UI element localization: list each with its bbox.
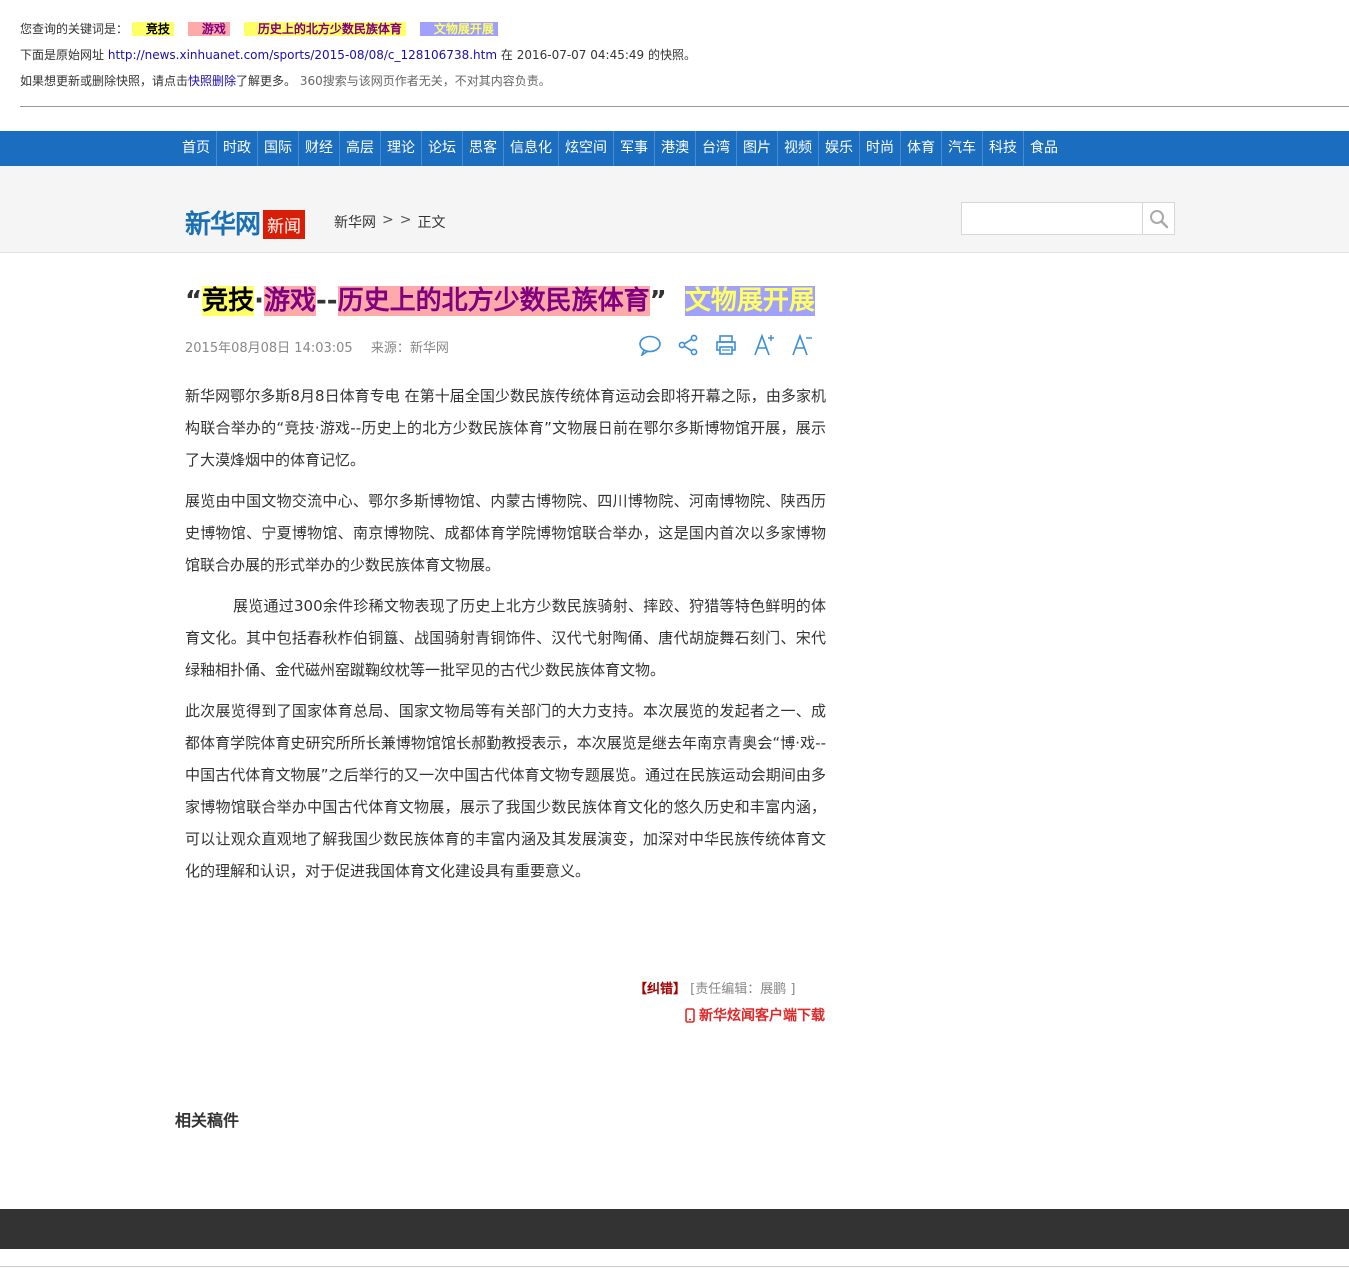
article-paragraph: 展览通过300余件珍稀文物表现了历史上北方少数民族骑射、摔跤、狩猎等特色鲜明的体…: [185, 597, 826, 679]
comment-button[interactable]: [638, 332, 662, 358]
nav-item-entertainment[interactable]: 娱乐: [819, 131, 860, 166]
notice-prefix: 如果想更新或删除快照，请点击: [20, 74, 189, 88]
search-input[interactable]: [962, 203, 1143, 234]
bottom-divider: [0, 1266, 1349, 1267]
nav-item-fashion[interactable]: 时尚: [860, 131, 901, 166]
nav-item-theory[interactable]: 理论: [381, 131, 422, 166]
related-articles-title: 相关稿件: [175, 1111, 240, 1130]
keyword-line: 您查询的关键词是： 竞技 游戏 历史上的北方少数民族体育 文物展开展: [20, 20, 512, 37]
font-decrease-icon: [792, 333, 812, 356]
snapshot-mid: 在: [500, 48, 513, 62]
article-tools: [638, 332, 814, 358]
breadcrumb-separator: >: [382, 212, 394, 228]
logo-badge: 新闻: [263, 209, 306, 239]
snapshot-time: 2016-07-07 04:45:49: [516, 48, 645, 62]
article-title: “竞技·游戏--历史上的北方少数民族体育” 文物展开展: [185, 282, 815, 320]
breadcrumb-home[interactable]: 新华网: [334, 212, 376, 232]
nav-item-finance[interactable]: 财经: [299, 131, 340, 166]
article-body: 新华网鄂尔多斯8月8日体育专电 在第十届全国少数民族传统体育运动会即将开幕之际，…: [185, 380, 826, 896]
article-source: 来源：新华网: [370, 341, 449, 356]
print-button[interactable]: [714, 332, 738, 358]
nav-item-thinker[interactable]: 思客: [463, 131, 504, 166]
app-download-label: 新华炫闻客户端下载: [699, 1008, 825, 1024]
editor-credit: [责任编辑：展鹏 ]: [690, 982, 796, 997]
nav-item-military[interactable]: 军事: [614, 131, 655, 166]
app-download-link[interactable]: 新华炫闻客户端下载: [685, 1005, 825, 1025]
print-icon: [716, 335, 736, 355]
font-increase-icon: [754, 333, 774, 356]
nav-item-it[interactable]: 信息化: [504, 131, 559, 166]
search-icon: [1150, 209, 1169, 228]
keyword-highlight-4: 文物展开展: [419, 22, 498, 36]
breadcrumb-separator: >: [399, 212, 412, 228]
title-dash: --: [316, 286, 338, 316]
page-footer: [0, 1209, 1349, 1249]
keyword-highlight-1: 竞技: [131, 22, 174, 36]
original-prefix: 下面是原始网址: [20, 48, 105, 62]
snapshot-delete-link[interactable]: 快照删除: [188, 74, 236, 88]
share-icon: [678, 334, 698, 356]
notice-line: 如果想更新或删除快照，请点击快照删除了解更多。 360搜索与该网页作者无关，不对…: [20, 72, 551, 89]
title-quote-open: “: [185, 286, 203, 316]
breadcrumb-current: 正文: [417, 215, 446, 231]
nav-item-space[interactable]: 炫空间: [559, 131, 614, 166]
logo-text: 新华网: [185, 209, 261, 240]
keyword-highlight-2: 游戏: [187, 22, 230, 36]
nav-item-forum[interactable]: 论坛: [422, 131, 463, 166]
article-paragraph: 展览由中国文物交流中心、鄂尔多斯博物馆、内蒙古博物院、四川博物院、河南博物院、陕…: [185, 492, 826, 574]
nav-item-taiwan[interactable]: 台湾: [696, 131, 737, 166]
editor-line: 【纠错】 [责任编辑：展鹏 ]: [634, 978, 795, 997]
search-button[interactable]: [1144, 203, 1174, 234]
nav-item-world[interactable]: 国际: [258, 131, 299, 166]
site-logo[interactable]: 新华网 新闻: [185, 204, 306, 240]
nav-item-video[interactable]: 视频: [778, 131, 819, 166]
notice-mid: 了解更多。: [236, 74, 297, 88]
nav-item-sports[interactable]: 体育: [901, 131, 942, 166]
nav-item-hkmacao[interactable]: 港澳: [655, 131, 696, 166]
keyword-highlight-3: 历史上的北方少数民族体育: [243, 22, 406, 36]
keyword-label: 您查询的关键词是：: [20, 22, 129, 36]
font-decrease-button[interactable]: [790, 332, 814, 358]
original-url-line: 下面是原始网址 http://news.xinhuanet.com/sports…: [20, 46, 696, 63]
title-dot: ·: [254, 286, 264, 316]
snapshot-suffix: 的快照。: [647, 48, 696, 62]
title-keyword-1: 竞技: [202, 286, 255, 316]
font-increase-button[interactable]: [752, 332, 776, 358]
nav-list: 首页 时政 国际 财经 高层 理论 论坛 思客 信息化 炫空间 军事 港澳 台湾…: [176, 131, 1064, 166]
search-box: [961, 202, 1175, 235]
title-keyword-4: 文物展开展: [684, 286, 815, 316]
title-keyword-2: 游戏: [264, 286, 317, 316]
nav-item-tech[interactable]: 科技: [983, 131, 1024, 166]
mobile-icon: [685, 1007, 695, 1023]
nav-item-politics[interactable]: 时政: [217, 131, 258, 166]
nav-item-home[interactable]: 首页: [176, 131, 217, 166]
original-url-link[interactable]: http://news.xinhuanet.com/sports/2015-08…: [108, 48, 497, 62]
top-nav: 首页 时政 国际 财经 高层 理论 论坛 思客 信息化 炫空间 军事 港澳 台湾…: [0, 131, 1349, 166]
publish-date: 2015年08月08日 14:03:05: [185, 341, 353, 356]
article-meta: 2015年08月08日 14:03:05 来源：新华网: [185, 337, 449, 356]
cache-divider: [20, 106, 1349, 107]
nav-item-photos[interactable]: 图片: [737, 131, 778, 166]
article-paragraph: 新华网鄂尔多斯8月8日体育专电 在第十届全国少数民族传统体育运动会即将开幕之际，…: [185, 387, 826, 469]
title-keyword-3: 历史上的北方少数民族体育: [337, 286, 650, 316]
site-header: 新华网 新闻 新华网 > > 正文: [0, 166, 1349, 253]
nav-item-leaders[interactable]: 高层: [340, 131, 381, 166]
cache-header: 您查询的关键词是： 竞技 游戏 历史上的北方少数民族体育 文物展开展 下面是原始网址 …: [0, 0, 1349, 108]
article-paragraph: 此次展览得到了国家体育总局、国家文物局等有关部门的大力支持。本次展览的发起者之一…: [185, 702, 826, 880]
disclaimer: 360搜索与该网页作者无关，不对其内容负责。: [299, 74, 551, 88]
error-report-link[interactable]: 【纠错】: [634, 982, 686, 997]
breadcrumb: 新华网 > > 正文: [334, 212, 445, 232]
title-quote-close: ”: [649, 286, 667, 316]
share-button[interactable]: [676, 332, 700, 358]
nav-item-food[interactable]: 食品: [1024, 131, 1064, 166]
nav-item-auto[interactable]: 汽车: [942, 131, 983, 166]
comment-icon: [639, 335, 661, 356]
